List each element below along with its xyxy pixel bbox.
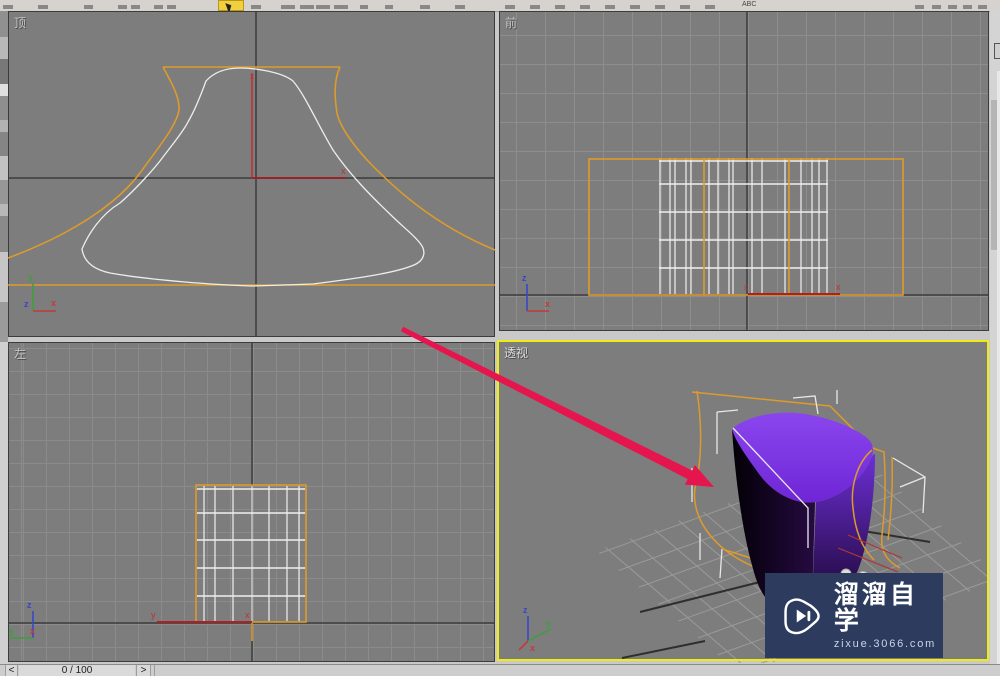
strip-segment — [0, 37, 8, 59]
watermark-url: zixue.3066.com — [833, 637, 937, 650]
toolbar-icon[interactable] — [605, 5, 615, 9]
toolbar-icon[interactable] — [655, 5, 665, 9]
strip-segment — [0, 204, 8, 216]
abc-icon: ABC — [742, 1, 757, 8]
toolbar-icon[interactable] — [316, 5, 330, 9]
toolbar-icon[interactable] — [915, 5, 924, 9]
prev-frame-button[interactable]: < — [5, 665, 18, 676]
strip-segment — [0, 11, 8, 37]
viewport-left[interactable]: 左 — [8, 342, 495, 662]
watermark: 溜溜自学 zixue.3066.com — [765, 573, 943, 658]
strip-segment — [0, 252, 8, 302]
strip-segment — [0, 132, 8, 156]
track-bar-divider — [154, 665, 155, 676]
toolbar-icon[interactable] — [932, 5, 941, 9]
viewport-top[interactable]: 顶 — [8, 11, 495, 337]
toolbar-icon[interactable] — [334, 5, 348, 9]
toolbar-icon[interactable] — [680, 5, 690, 9]
play-logo-icon — [784, 597, 820, 634]
strip-segment — [0, 156, 8, 180]
toolbar-icon[interactable] — [978, 5, 987, 9]
time-slider-bar: < 0 / 100 > — [0, 664, 1000, 676]
strip-segment — [0, 120, 8, 132]
strip-segment — [0, 342, 8, 664]
panel-widget — [994, 43, 1000, 59]
toolbar-icon[interactable] — [360, 5, 368, 9]
toolbar-icon[interactable] — [705, 5, 715, 9]
toolbar-icon[interactable] — [963, 5, 972, 9]
toolbar-icon[interactable] — [167, 5, 176, 9]
time-slider-track[interactable]: 0 / 100 — [19, 665, 135, 676]
viewport-front[interactable]: 前 — [499, 11, 989, 331]
toolbar-icon[interactable] — [281, 5, 295, 9]
toolbar-icon[interactable] — [3, 5, 13, 9]
strip-segment — [0, 59, 8, 84]
toolbar-icon[interactable] — [530, 5, 540, 9]
toolbar-icon[interactable] — [555, 5, 565, 9]
strip-segment — [0, 216, 8, 252]
command-panel-edge — [990, 11, 1000, 671]
toolbar-icon[interactable] — [251, 5, 261, 9]
toolbar-icon[interactable] — [38, 5, 48, 9]
watermark-title: 溜溜自学 — [833, 580, 918, 635]
strip-segment — [0, 180, 8, 204]
max-application-window: ABC 顶 x x y z x 前 x x z x 左 y x z y x 透视… — [0, 0, 1000, 676]
toolbar-icon[interactable] — [154, 5, 163, 9]
next-frame-button[interactable]: > — [136, 665, 151, 676]
toolbar-icon[interactable] — [948, 5, 957, 9]
toolbar-icon[interactable] — [420, 5, 430, 9]
viewport-front-label[interactable]: 前 — [505, 14, 517, 31]
toolbar-icon[interactable] — [385, 5, 393, 9]
toolbar-icon[interactable] — [630, 5, 640, 9]
viewport-top-label[interactable]: 顶 — [14, 14, 26, 31]
toolbar-icon[interactable] — [455, 5, 465, 9]
toolbar-icon[interactable] — [505, 5, 515, 9]
strip-segment — [0, 302, 8, 342]
strip-segment — [0, 84, 8, 96]
strip-segment — [0, 96, 8, 120]
toolbar-icon[interactable] — [300, 5, 314, 9]
toolbar-icon[interactable] — [580, 5, 590, 9]
toolbar-icon[interactable] — [118, 5, 127, 9]
viewport-perspective-label[interactable]: 透视 — [504, 344, 528, 361]
left-toolbar-strip — [0, 11, 8, 664]
toolbar-icon[interactable] — [84, 5, 93, 9]
toolbar-icon[interactable] — [131, 5, 140, 9]
select-object-button[interactable] — [218, 0, 244, 14]
viewport-left-label[interactable]: 左 — [14, 345, 26, 362]
